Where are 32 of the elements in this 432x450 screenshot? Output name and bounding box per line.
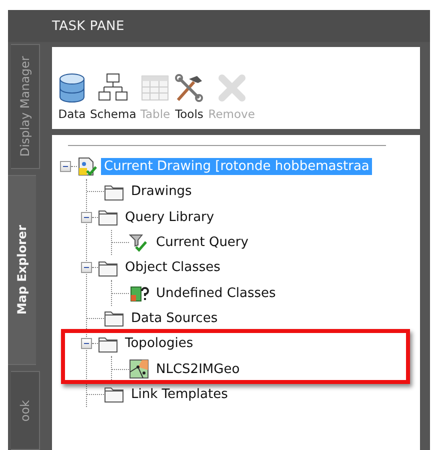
- drawing-check-icon: [77, 156, 97, 177]
- tree-item[interactable]: Object Classes: [122, 259, 224, 276]
- folder-icon: [104, 309, 124, 328]
- pane-title: TASK PANE: [52, 18, 124, 34]
- collapse-toggle[interactable]: [81, 338, 92, 350]
- side-tab[interactable]: Map Explorer: [8, 174, 36, 366]
- toolbar-button[interactable]: Data: [58, 73, 86, 121]
- folder-icon: [98, 334, 118, 353]
- topology-map-icon: [129, 359, 149, 380]
- collapse-toggle[interactable]: [60, 161, 71, 172]
- folder-icon: [104, 182, 124, 201]
- tree-item[interactable]: Data Sources: [128, 310, 221, 327]
- folder-icon: [98, 258, 118, 277]
- tree-item[interactable]: Link Templates: [128, 386, 231, 403]
- tools-icon: [174, 73, 204, 103]
- database-icon: [58, 73, 86, 103]
- collapse-toggle[interactable]: [81, 212, 92, 223]
- tree-item[interactable]: Query Library: [122, 208, 218, 226]
- tree-item[interactable]: NLCS2IMGeo: [153, 360, 243, 378]
- folder-icon: [98, 208, 118, 226]
- tree-item[interactable]: Drawings: [128, 183, 195, 200]
- folder-icon: [104, 385, 124, 404]
- filter-check-icon: [129, 232, 149, 253]
- close-icon: [216, 73, 247, 103]
- table-icon: [140, 73, 170, 103]
- toolbar-button[interactable]: Schema: [90, 73, 136, 121]
- tree-item[interactable]: Topologies: [122, 335, 196, 352]
- toolbar-button[interactable]: Tools: [174, 73, 204, 121]
- hierarchy-icon: [98, 73, 128, 103]
- tree-item[interactable]: Undefined Classes: [153, 284, 279, 302]
- tree-item[interactable]: Current Query: [153, 234, 252, 252]
- collapse-toggle[interactable]: [81, 262, 92, 274]
